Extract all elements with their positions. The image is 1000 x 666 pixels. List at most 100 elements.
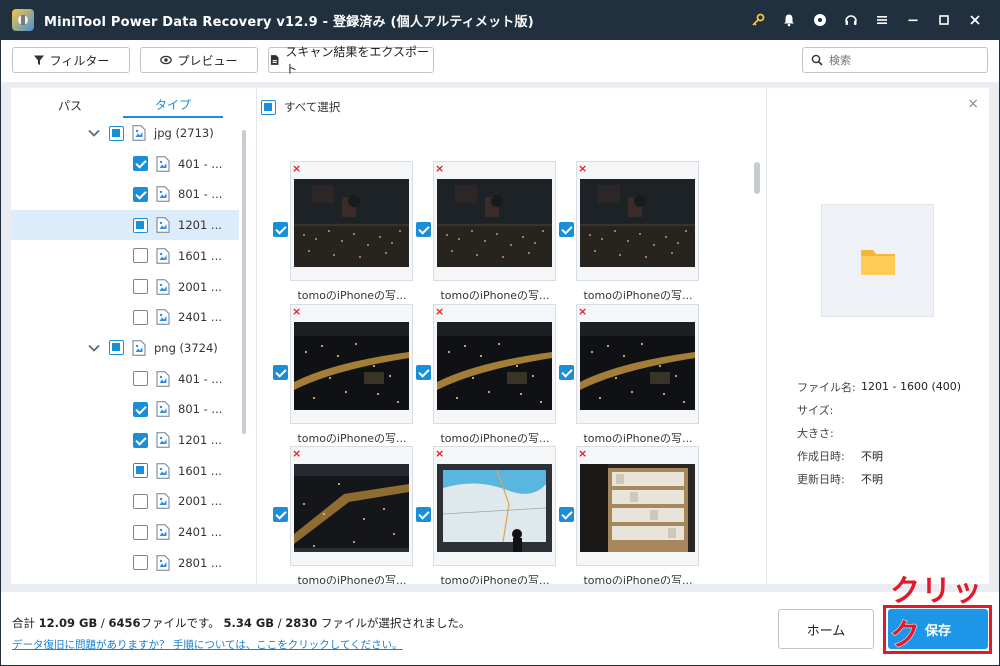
tree-checkbox[interactable] (133, 401, 148, 417)
tree-item-label: 2401 ... (178, 310, 222, 325)
export-button[interactable]: スキャン結果をエクスポート (268, 45, 434, 76)
thumbnail-caption: tomoのiPhoneの写... (297, 289, 407, 302)
deleted-mark-icon: × (578, 162, 588, 175)
minimize-icon[interactable] (897, 0, 928, 40)
thumbnail-caption: tomoのiPhoneの写... (440, 574, 550, 584)
image-file-icon (156, 555, 170, 571)
tab-path[interactable]: パス (39, 92, 101, 118)
deleted-mark-icon: × (578, 305, 588, 318)
thumbnail-grid: すべて選択 × tomoのiPhoneの写... × tomoのiPhoneの写...… (256, 88, 766, 584)
preview-pane: × ファイル名: 1201 - 1600 (400) サイズ: 大きさ: 作成日時: 不明… (766, 88, 989, 584)
tree-checkbox[interactable] (133, 524, 148, 540)
maximize-icon[interactable] (928, 0, 959, 40)
thumbnail-checkbox[interactable] (273, 222, 288, 237)
deleted-mark-icon: × (435, 162, 445, 175)
tree-item[interactable]: 2001 ... (11, 486, 239, 516)
thumbnail-checkbox[interactable] (416, 222, 431, 237)
tree-item[interactable]: 2001 ... (11, 272, 239, 302)
preview-button[interactable]: プレビュー (140, 47, 258, 73)
thumbnail-card[interactable]: × (576, 304, 699, 424)
tree-item-label: 2401 ... (178, 525, 222, 540)
tree-checkbox[interactable] (133, 186, 148, 202)
search-box[interactable] (802, 47, 988, 73)
thumbnail-card[interactable]: × (433, 161, 556, 281)
bell-icon[interactable] (773, 0, 804, 40)
image-file-icon (156, 401, 170, 417)
selected-files: 2830 (285, 616, 318, 630)
tree-item[interactable]: 1601 ... (11, 241, 239, 271)
thumbnail-card[interactable]: × (290, 446, 413, 566)
info-value: 1201 - 1600 (400) (861, 380, 962, 393)
thumbnail-card[interactable]: × (576, 446, 699, 566)
tree-item[interactable]: 1601 ... (11, 456, 239, 486)
info-row: サイズ: (797, 398, 987, 421)
tree-item[interactable]: 1201 ... (11, 210, 239, 241)
tree-checkbox[interactable] (109, 125, 124, 141)
tree-item[interactable]: 801 - ... (11, 179, 239, 209)
tree-group[interactable]: jpg (2713) (11, 118, 239, 148)
tree-item[interactable]: 2401 ... (11, 302, 239, 332)
tree-item-label: 2001 ... (178, 279, 222, 294)
thumbnail-checkbox[interactable] (559, 365, 574, 380)
thumbnail-image (294, 322, 409, 410)
tree-checkbox[interactable] (109, 340, 124, 356)
tab-type[interactable]: タイプ (123, 92, 223, 118)
tree-group[interactable]: png (3724) (11, 333, 239, 363)
menu-icon[interactable] (866, 0, 897, 40)
info-label: 大きさ: (797, 426, 834, 440)
home-button[interactable]: ホーム (778, 609, 874, 649)
tree-item[interactable]: 401 - ... (11, 364, 239, 394)
tree-item[interactable]: 2801 ... (11, 548, 239, 578)
thumbnail-checkbox[interactable] (273, 507, 288, 522)
headset-icon[interactable] (835, 0, 866, 40)
thumbnail-card[interactable]: × (433, 304, 556, 424)
tree-checkbox[interactable] (133, 371, 148, 387)
tree-checkbox[interactable] (133, 156, 148, 172)
select-all-label: すべて選択 (284, 100, 341, 114)
funnel-icon (33, 55, 44, 65)
tree-item[interactable]: 401 - ... (11, 149, 239, 179)
thumbnail-image (437, 464, 552, 552)
thumbnail-card[interactable]: × (576, 161, 699, 281)
thumbnail-checkbox[interactable] (273, 365, 288, 380)
thumbnail-card[interactable]: × (290, 161, 413, 281)
tree-checkbox[interactable] (133, 555, 148, 571)
tree-item[interactable]: 1201 ... (11, 425, 239, 455)
footer: 合計 12.09 GB / 6456ファイルです。 5.34 GB / 2830… (0, 592, 1000, 666)
disc-icon[interactable] (804, 0, 835, 40)
thumbnail-checkbox[interactable] (416, 365, 431, 380)
thumbnail-checkbox[interactable] (559, 222, 574, 237)
tree-checkbox[interactable] (133, 463, 148, 479)
tree-checkbox[interactable] (133, 432, 148, 448)
tree-item[interactable]: 2401 ... (11, 517, 239, 547)
tree-checkbox[interactable] (133, 279, 148, 294)
chevron-down-icon[interactable] (87, 126, 101, 140)
preview-close-icon[interactable]: × (967, 96, 979, 112)
info-row: 更新日時: 不明 (797, 467, 987, 490)
thumbnail-checkbox[interactable] (559, 507, 574, 522)
grid-scrollbar[interactable] (754, 162, 760, 194)
click-annotation: クリック (890, 574, 983, 654)
close-icon[interactable] (959, 0, 990, 40)
tree-item-label: 1201 ... (178, 433, 222, 447)
chevron-down-icon[interactable] (87, 341, 101, 355)
thumbnail-caption: tomoのiPhoneの写... (583, 574, 693, 584)
tree-checkbox[interactable] (133, 248, 148, 264)
tree-checkbox[interactable] (133, 309, 148, 325)
select-all-checkbox[interactable] (261, 99, 276, 115)
key-icon[interactable] (742, 0, 773, 40)
tree-scrollbar[interactable] (242, 130, 246, 434)
tree-item-label: jpg (2713) (154, 126, 214, 140)
thumbnail-checkbox[interactable] (416, 507, 431, 522)
search-icon (811, 54, 823, 66)
search-input[interactable] (829, 53, 979, 67)
help-link[interactable]: データ復旧に問題がありますか？ 手順については、ここをクリックしてください。 (12, 637, 403, 652)
tree-item[interactable]: 801 - ... (11, 394, 239, 424)
thumbnail-card[interactable]: × (433, 446, 556, 566)
tree-checkbox[interactable] (133, 217, 148, 233)
thumbnail-image (580, 179, 695, 267)
select-all[interactable]: すべて選択 (261, 99, 340, 115)
tree-checkbox[interactable] (133, 493, 148, 509)
filter-button[interactable]: フィルター (12, 47, 130, 73)
thumbnail-card[interactable]: × (290, 304, 413, 424)
